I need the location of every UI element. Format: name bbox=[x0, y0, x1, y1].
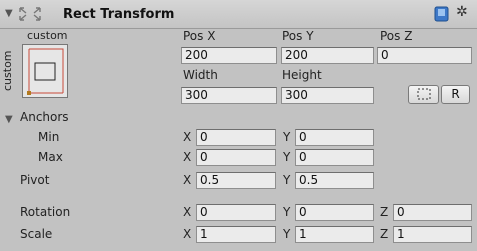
scale-y-field[interactable]: 1 bbox=[295, 226, 374, 243]
pivot-x-axis: X bbox=[183, 173, 192, 187]
height-label: Height bbox=[282, 68, 322, 82]
pos-x-label: Pos X bbox=[183, 29, 216, 43]
help-book-icon[interactable] bbox=[434, 6, 450, 22]
pivot-x-field[interactable]: 0.5 bbox=[196, 172, 276, 189]
anchors-min-x-field[interactable]: 0 bbox=[196, 129, 276, 146]
anchors-max-y-field[interactable]: 0 bbox=[295, 149, 374, 166]
pos-z-label: Pos Z bbox=[380, 29, 413, 43]
anchors-max-label: Max bbox=[38, 150, 63, 164]
blueprint-mode-button[interactable] bbox=[408, 85, 439, 104]
blueprint-mode-icon bbox=[417, 88, 430, 100]
rotation-y-axis: Y bbox=[283, 205, 291, 219]
scale-y-axis: Y bbox=[283, 227, 291, 241]
component-title: Rect Transform bbox=[63, 7, 175, 22]
width-label: Width bbox=[183, 68, 218, 82]
anchors-min-y-axis: Y bbox=[283, 130, 291, 144]
anchors-min-label: Min bbox=[38, 130, 60, 144]
anchor-preset-side-label: custom bbox=[1, 50, 14, 92]
rotation-z-field[interactable]: 0 bbox=[393, 204, 472, 221]
rotation-y-field[interactable]: 0 bbox=[295, 204, 374, 221]
pivot-label: Pivot bbox=[20, 173, 50, 187]
anchors-min-x-axis: X bbox=[183, 130, 192, 144]
pos-y-field[interactable]: 200 bbox=[281, 47, 374, 64]
anchors-min-y-field[interactable]: 0 bbox=[295, 129, 374, 146]
rotation-x-field[interactable]: 0 bbox=[196, 204, 276, 221]
scale-label: Scale bbox=[20, 227, 53, 241]
pos-y-label: Pos Y bbox=[282, 29, 314, 43]
rect-transform-icon[interactable] bbox=[17, 5, 43, 23]
pos-x-field[interactable]: 200 bbox=[181, 47, 277, 64]
anchors-foldout-icon[interactable]: ▼ bbox=[5, 114, 13, 125]
rotation-label: Rotation bbox=[20, 205, 71, 219]
scale-x-axis: X bbox=[183, 227, 192, 241]
rotation-x-axis: X bbox=[183, 205, 192, 219]
anchors-label[interactable]: Anchors bbox=[20, 110, 69, 124]
rotation-z-axis: Z bbox=[380, 205, 389, 219]
pos-z-field[interactable]: 0 bbox=[377, 47, 472, 64]
anchors-max-x-axis: X bbox=[183, 150, 192, 164]
scale-x-field[interactable]: 1 bbox=[196, 226, 276, 243]
pivot-y-field[interactable]: 0.5 bbox=[295, 172, 374, 189]
anchors-max-y-axis: Y bbox=[283, 150, 291, 164]
pivot-y-axis: Y bbox=[283, 173, 291, 187]
anchors-max-x-field[interactable]: 0 bbox=[196, 149, 276, 166]
width-field[interactable]: 300 bbox=[181, 87, 277, 104]
foldout-arrow-icon[interactable]: ▼ bbox=[5, 8, 13, 19]
anchor-preset-diagram bbox=[27, 48, 64, 95]
gear-icon[interactable]: ✲ bbox=[456, 4, 468, 20]
scale-z-field[interactable]: 1 bbox=[393, 226, 472, 243]
height-field[interactable]: 300 bbox=[281, 87, 374, 104]
raw-edit-button[interactable]: R bbox=[441, 85, 470, 104]
scale-z-axis: Z bbox=[380, 227, 389, 241]
anchor-preset-label: custom bbox=[27, 29, 68, 42]
